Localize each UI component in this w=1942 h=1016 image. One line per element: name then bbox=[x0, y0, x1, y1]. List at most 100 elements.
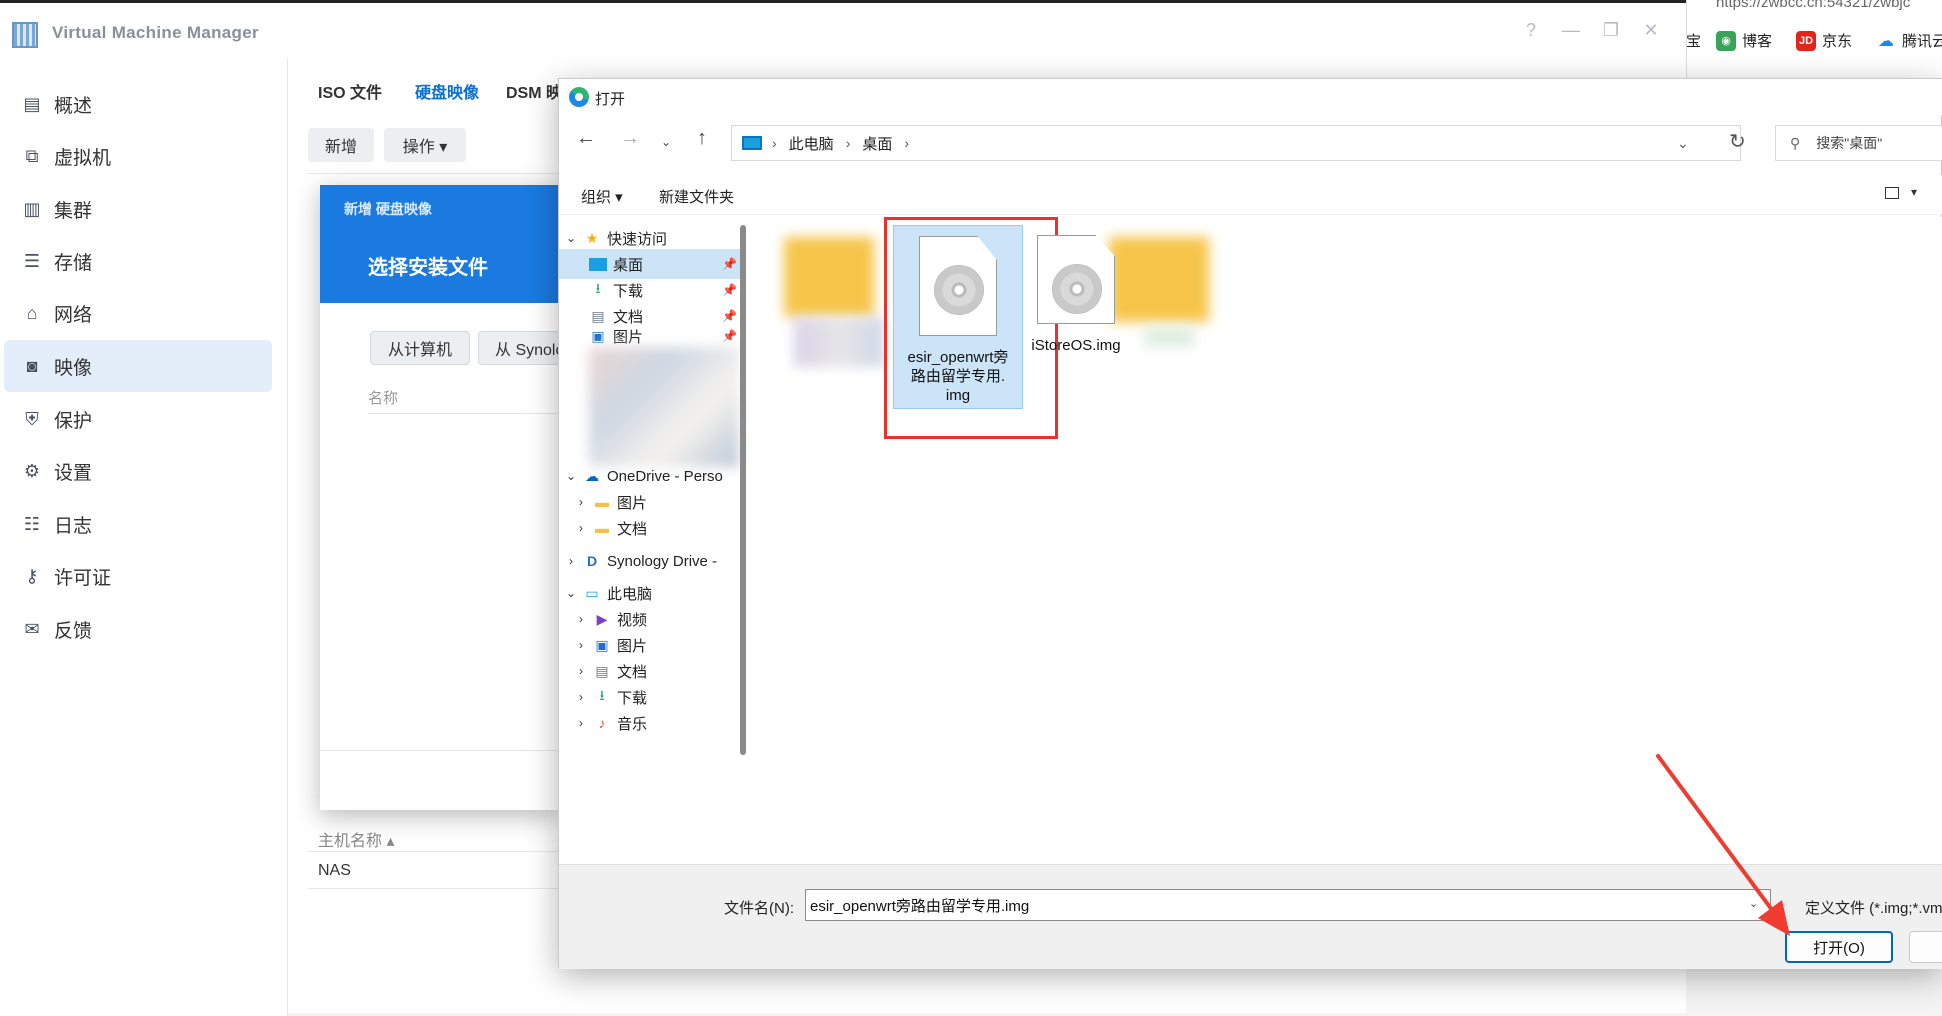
from-synology-button[interactable]: 从 Synology NAS bbox=[478, 331, 568, 365]
tab-dsm[interactable]: DSM 映 bbox=[506, 79, 562, 103]
sidebar-item-image[interactable]: ◙ 映像 bbox=[4, 340, 272, 392]
view-mode-icon[interactable] bbox=[1885, 187, 1899, 199]
chevron-down-icon: ⌄ bbox=[565, 231, 577, 245]
vmm-title: Virtual Machine Manager bbox=[52, 23, 259, 42]
sidebar-item-settings[interactable]: ⚙ 设置 bbox=[4, 445, 272, 497]
this-pc-icon: ▭ bbox=[585, 584, 599, 601]
tree-onedrive-documents[interactable]: › ▬ 文档 bbox=[559, 513, 743, 543]
bookmark-blog[interactable]: ◉ 博客 bbox=[1716, 30, 1772, 51]
sidebar-item-license[interactable]: ⚷ 许可证 bbox=[4, 550, 272, 602]
view-dropdown-icon[interactable]: ▾ bbox=[1911, 185, 1917, 199]
this-pc-icon bbox=[742, 136, 762, 150]
file-type-filter[interactable]: 定义文件 (*.img;*.vmdk bbox=[1805, 897, 1942, 918]
video-icon: ▶ bbox=[596, 610, 608, 627]
sidebar-item-storage[interactable]: ☰ 存储 bbox=[4, 235, 272, 287]
dialog-titlebar: 打开 bbox=[559, 79, 1942, 115]
pin-icon: 📌 bbox=[722, 309, 737, 323]
synology-drive-icon: D bbox=[586, 553, 598, 569]
sidebar-item-virtual-machine[interactable]: ⧉ 虚拟机 bbox=[4, 130, 272, 182]
add-button[interactable]: 新增 bbox=[308, 128, 374, 162]
address-dropdown-chevron-icon[interactable]: ⌄ bbox=[1677, 135, 1689, 152]
bookmark-jd[interactable]: JD 京东 bbox=[1796, 30, 1852, 51]
actions-button[interactable]: 操作 ▾ bbox=[384, 128, 466, 162]
add-disk-image-wizard: 新增 硬盘映像 选择安装文件 从计算机 从 Synology NAS 名称 bbox=[320, 185, 568, 810]
pin-icon: 📌 bbox=[722, 257, 737, 271]
dialog-title: 打开 bbox=[595, 91, 626, 108]
help-icon[interactable]: ? bbox=[1518, 20, 1544, 41]
up-arrow-icon[interactable]: ↑ bbox=[687, 127, 717, 150]
file-name: iStoreOS.img bbox=[1031, 337, 1121, 354]
wizard-title: 选择安装文件 bbox=[368, 257, 488, 279]
sidebar-item-overview[interactable]: ▤ 概述 bbox=[4, 78, 272, 130]
onedrive-cloud-icon: ☁ bbox=[585, 467, 599, 484]
sidebar-item-feedback[interactable]: ✉ 反馈 bbox=[4, 603, 272, 655]
name-column-header[interactable]: 名称 bbox=[368, 387, 398, 408]
pin-icon: 📌 bbox=[722, 283, 737, 297]
tree-synology-drive[interactable]: › D Synology Drive - bbox=[559, 546, 743, 576]
sidebar-item-log[interactable]: ☷ 日志 bbox=[4, 498, 272, 550]
divider bbox=[320, 750, 560, 751]
dialog-footer: 文件名(N): esir_openwrt旁路由留学专用.img ⌄ 定义文件 (… bbox=[559, 864, 1942, 969]
sidebar-item-protection[interactable]: ⛨ 保护 bbox=[4, 393, 272, 445]
browser-url[interactable]: https://zwbcc.cn:54321/zwbjc bbox=[1716, 0, 1910, 11]
recent-locations-chevron-icon[interactable]: ⌄ bbox=[651, 135, 681, 149]
organize-button[interactable]: 组织 ▾ bbox=[581, 186, 623, 207]
chevron-down-icon: ⌄ bbox=[565, 469, 577, 483]
tab-disk-image[interactable]: 硬盘映像 bbox=[415, 79, 479, 103]
chevron-right-icon: › bbox=[579, 664, 583, 678]
divider bbox=[368, 413, 560, 414]
desktop-icon bbox=[589, 257, 607, 271]
pin-icon: 📌 bbox=[722, 329, 737, 343]
back-arrow-icon[interactable]: ← bbox=[571, 127, 601, 150]
host-name-cell: NAS bbox=[318, 862, 351, 879]
new-folder-button[interactable]: 新建文件夹 bbox=[659, 186, 734, 207]
chevron-right-icon: › bbox=[579, 495, 583, 509]
picture-icon: ▣ bbox=[595, 636, 609, 653]
cancel-button[interactable] bbox=[1909, 931, 1942, 963]
navigation-pane: ⌄ ★ 快速访问 桌面 📌 ⭳ 下载 📌 ▤ 文档 📌 ▣ 图片 📌 ⌄ ☁ OneDrive - P… bbox=[559, 217, 747, 949]
open-file-dialog: 打开 ← → ⌄ ↑ › 此电脑 › 桌面 › ⌄ ↻ ⚲ 搜索"桌面" 组织 … bbox=[558, 78, 1942, 969]
close-icon[interactable]: ✕ bbox=[1638, 20, 1664, 41]
tab-iso[interactable]: ISO 文件 bbox=[318, 79, 382, 103]
address-bar[interactable]: › 此电脑 › 桌面 › bbox=[731, 125, 1741, 161]
tree-pictures[interactable]: ▣ 图片 📌 bbox=[559, 325, 743, 347]
vmm-titlebar: Virtual Machine Manager ? — ❐ ✕ bbox=[0, 6, 1686, 58]
minimize-icon[interactable]: — bbox=[1558, 20, 1584, 41]
chevron-right-icon: › bbox=[569, 554, 573, 568]
chevron-right-icon: › bbox=[579, 716, 583, 730]
from-computer-button[interactable]: 从计算机 bbox=[370, 331, 470, 365]
network-icon: ⌂ bbox=[26, 302, 38, 323]
search-icon: ⚲ bbox=[1790, 134, 1801, 151]
document-icon: ▤ bbox=[595, 662, 609, 679]
sidebar-item-network[interactable]: ⌂ 网络 bbox=[4, 287, 272, 339]
folder-icon: ▬ bbox=[595, 494, 609, 510]
chevron-right-icon: › bbox=[579, 690, 583, 704]
breadcrumb-this-pc[interactable]: 此电脑 bbox=[789, 133, 834, 154]
image-icon: ◙ bbox=[26, 355, 38, 376]
disc-image-file-icon bbox=[1037, 235, 1115, 324]
music-icon: ♪ bbox=[598, 715, 606, 731]
forward-arrow-icon[interactable]: → bbox=[615, 127, 645, 150]
bookmark-tencent-cloud[interactable]: ☁ 腾讯云 bbox=[1876, 30, 1942, 51]
search-input[interactable]: ⚲ 搜索"桌面" bbox=[1775, 125, 1942, 161]
file-item-istoreos[interactable]: iStoreOS.img bbox=[1026, 235, 1126, 355]
breadcrumb-separator-icon: › bbox=[845, 135, 851, 151]
breadcrumb-desktop[interactable]: 桌面 bbox=[862, 133, 892, 154]
open-button[interactable]: 打开(O) bbox=[1785, 931, 1893, 963]
tree-music[interactable]: › ♪ 音乐 bbox=[559, 708, 743, 738]
filename-input[interactable]: esir_openwrt旁路由留学专用.img bbox=[805, 889, 1771, 921]
refresh-icon[interactable]: ↻ bbox=[1729, 129, 1746, 154]
chevron-right-icon: › bbox=[579, 638, 583, 652]
mail-icon: ✉ bbox=[24, 618, 40, 639]
download-icon: ⭳ bbox=[595, 280, 601, 296]
overview-icon: ▤ bbox=[23, 93, 41, 114]
sidebar-item-cluster[interactable]: ▥ 集群 bbox=[4, 183, 272, 235]
file-list: esir_openwrt旁 路由留学专用. img iStoreOS.img bbox=[754, 217, 1942, 949]
filename-dropdown-chevron-icon[interactable]: ⌄ bbox=[1749, 897, 1758, 910]
host-name-column-header[interactable]: 主机名称 ▴ bbox=[318, 827, 394, 851]
restore-icon[interactable]: ❐ bbox=[1598, 20, 1624, 41]
wizard-subtitle: 新增 硬盘映像 bbox=[344, 201, 432, 217]
bookmark-1[interactable]: 宝 bbox=[1686, 30, 1701, 51]
tencent-cloud-icon: ☁ bbox=[1876, 30, 1896, 51]
tree-scrollbar[interactable] bbox=[740, 225, 746, 755]
